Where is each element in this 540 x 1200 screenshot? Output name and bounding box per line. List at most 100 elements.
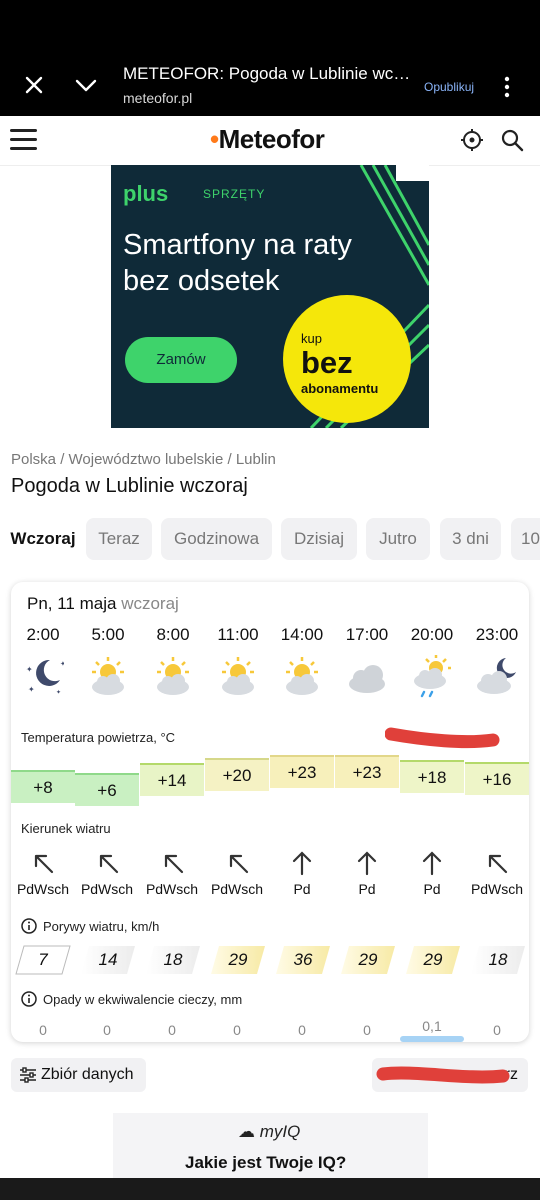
temperature-value: +16 [465,762,529,795]
browser-page-title: METEOFOR: Pogoda w Lublinie wc… [123,64,411,83]
temperature-value: +18 [400,760,464,793]
wind-gust-value: 18 [469,944,527,976]
wind-gust-value: 29 [404,944,462,976]
sun-cloud-rain-icon [414,655,451,698]
precipitation-value: 0,1 [422,1018,442,1034]
location-icon[interactable] [460,128,484,152]
ad-question: Jakie jest Twoje IQ? [185,1153,347,1172]
precipitation-value: 0 [363,1022,371,1038]
wind-direction-value: PdWsch [16,881,70,897]
arrow-up-icon [357,851,377,876]
arrow-up-left-icon [34,854,54,874]
wind-gust-value: 14 [79,944,137,976]
tab-wczoraj[interactable]: Wczoraj [0,518,86,560]
wind-gust-value: 29 [209,944,267,976]
hour-label: 17:00 [345,625,389,644]
page-title: Pogoda w Lublinie wczoraj [11,475,248,497]
chevron-down-icon[interactable] [73,73,99,97]
forecast-tabs: Wczoraj Teraz Godzinowa Dzisiaj Jutro 3 … [0,518,540,562]
data-set-button[interactable]: Zbiór danych [11,1058,146,1092]
wind-gust-value: 29 [339,944,397,976]
tab-jutro[interactable]: Jutro [366,518,430,560]
arrow-up-left-icon [229,854,249,874]
cloud-icon [349,665,385,693]
temperature-value: +14 [140,763,204,796]
svg-text:✦: ✦ [26,665,33,674]
browser-top-bar: METEOFOR: Pogoda w Lublinie wc… meteofor… [0,0,540,116]
temperature-label: Temperatura powietrza, °C [21,730,176,745]
search-icon[interactable] [500,128,524,152]
sun-cloud-icon [157,657,189,695]
moon-stars-icon: ✦ ✦ ✦ ✦ [26,659,64,696]
system-nav-bar [0,1178,540,1200]
precipitation-value: 0 [298,1022,306,1038]
temperature-value: +23 [270,755,334,788]
close-icon[interactable] [22,73,46,97]
breadcrumb[interactable]: Polska / Województwo lubelskie / Lublin [11,451,276,468]
hour-label: 2:00 [26,625,60,644]
wind-gust-label: Porywy wiatru, km/h [43,919,160,934]
card-date: Pn, 11 maja wczoraj [27,594,179,613]
precipitation-bar [400,1036,464,1042]
arrow-up-left-icon [99,854,119,874]
sun-cloud-icon [92,657,124,695]
site-logo[interactable]: •Meteofor [210,124,325,155]
menu-icon[interactable] [10,129,37,151]
browser-url: meteofor.pl [123,90,193,106]
arrow-up-icon [422,851,442,876]
arrow-up-left-icon [164,854,184,874]
hour-label: 14:00 [280,625,324,644]
red-scribble-redaction [385,727,500,749]
tab-godzinowa[interactable]: Godzinowa [161,518,272,560]
ad-brand-sub: SPRZĘTY [203,187,266,201]
more-options-icon[interactable] [498,74,516,100]
precipitation-label: Opady w ekwiwalencie cieczy, mm [43,992,243,1007]
tab-teraz[interactable]: Teraz [86,518,152,560]
svg-text:✦: ✦ [60,660,64,668]
temperature-value: +23 [335,755,399,788]
moon-cloud-icon [477,658,516,694]
site-header: •Meteofor [0,116,540,166]
ad-order-button[interactable]: Zamów [125,337,237,383]
info-icon[interactable] [21,918,37,934]
wind-direction-value: PdWsch [145,881,199,897]
wind-direction-value: PdWsch [210,881,264,897]
ad-choices-icon[interactable] [396,165,429,181]
wind-direction-value: PdWsch [80,881,134,897]
precipitation-value: 0 [493,1022,501,1038]
wind-gust-value: 36 [274,944,332,976]
precipitation-value: 0 [233,1022,241,1038]
ad-badge-line-1: kup [301,331,322,346]
wind-direction-value: Pd [358,881,376,897]
sun-cloud-icon [286,657,318,695]
info-icon[interactable] [21,991,37,1007]
sun-cloud-icon [222,657,254,695]
wind-gust-value: 18 [144,944,202,976]
hour-label: 11:00 [217,625,259,644]
red-scribble-redaction [376,1066,510,1084]
ad-brand: plus [123,181,169,206]
advertisement-banner[interactable]: plus SPRZĘTY Smartfony na raty bez odset… [111,165,429,428]
hour-label: 8:00 [156,625,190,644]
hour-label: 5:00 [91,625,125,644]
ad-headline: Smartfony na raty bez odsetek [123,229,352,297]
arrow-up-left-icon [488,854,508,874]
temperature-value: +8 [11,770,75,803]
arrow-up-icon [292,851,312,876]
wind-gust-value: 7 [14,944,72,976]
ad-badge-line-3: abonamentu [301,381,379,396]
tab-dzisiaj[interactable]: Dzisiaj [281,518,357,560]
ad-logo: ☁ myIQ [238,1122,301,1141]
precipitation-value: 0 [39,1022,47,1038]
wind-direction-value: Pd [423,881,441,897]
sliders-icon [20,1067,36,1083]
wind-direction-value: Pd [293,881,311,897]
precipitation-value: 0 [103,1022,111,1038]
publish-link[interactable]: Opublikuj [424,80,474,94]
tab-3-dni[interactable]: 3 dni [440,518,501,560]
wind-direction-value: PdWsch [470,881,524,897]
tab-10-dni[interactable]: 10 [511,518,540,560]
temperature-value: +20 [205,758,269,791]
svg-text:✦: ✦ [28,685,35,694]
wind-direction-label: Kierunek wiatru [21,821,111,836]
